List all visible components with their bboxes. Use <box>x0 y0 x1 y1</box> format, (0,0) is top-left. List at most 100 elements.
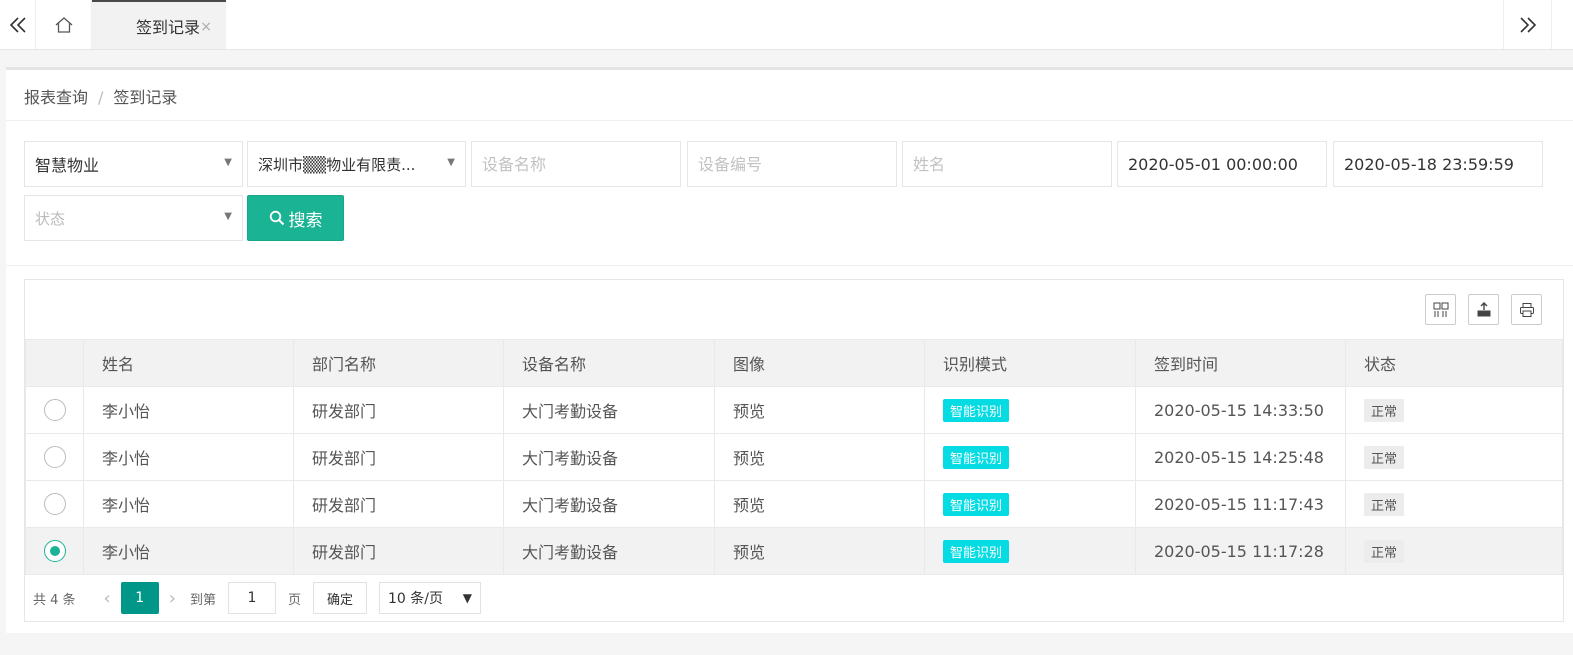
device-code-input[interactable] <box>687 141 897 187</box>
property-select[interactable]: 深圳市▒▒物业有限责... ▼ <box>247 141 466 187</box>
export-button[interactable] <box>1468 294 1499 325</box>
table-row[interactable]: 李小怡 研发部门 大门考勤设备 预览 智能识别 2020-05-15 14:33… <box>25 386 1563 434</box>
tab-label: 签到记录 <box>135 17 200 37</box>
home-icon <box>55 16 72 33</box>
cell-status: 正常 <box>1345 433 1563 481</box>
cell-dept: 研发部门 <box>293 386 504 434</box>
status-badge: 正常 <box>1364 539 1405 563</box>
search-button[interactable]: 搜索 <box>247 195 344 241</box>
cell-name: 李小怡 <box>83 386 294 434</box>
home-tab[interactable] <box>36 0 92 49</box>
close-icon[interactable]: × <box>200 19 212 35</box>
cell-device: 大门考勤设备 <box>503 480 715 528</box>
device-name-input[interactable] <box>471 141 681 187</box>
row-radio[interactable] <box>43 399 66 421</box>
cell-device: 大门考勤设备 <box>503 433 715 481</box>
column-header: 识别模式 <box>924 339 1136 387</box>
table-row[interactable]: 李小怡 研发部门 大门考勤设备 预览 智能识别 2020-05-15 14:25… <box>25 433 1563 481</box>
export-icon <box>1477 301 1490 316</box>
cell-device: 大门考勤设备 <box>503 527 715 575</box>
tab-menu-button[interactable] <box>1551 0 1573 49</box>
main-panel: 报表查询 / 签到记录 智慧物业 ▼ 深圳市▒▒物业有限责... ▼ 状态 ▼ 搜索 <box>6 67 1573 633</box>
row-radio[interactable] <box>43 540 66 562</box>
cell-time: 2020-05-15 11:17:43 <box>1135 480 1346 528</box>
column-header: 图像 <box>714 339 925 387</box>
scroll-tabs-right-button[interactable] <box>1503 0 1551 49</box>
cell-mode: 智能识别 <box>924 527 1136 575</box>
header-select <box>25 339 84 387</box>
end-time-input[interactable] <box>1333 141 1543 187</box>
cell-dept: 研发部门 <box>293 433 504 481</box>
next-page-icon[interactable]: › <box>169 588 176 609</box>
column-header: 状态 <box>1345 339 1563 387</box>
print-button[interactable] <box>1511 294 1542 325</box>
tab-checkin-records[interactable]: 签到记录 × <box>92 0 226 49</box>
cell-image-preview[interactable]: 预览 <box>714 386 925 434</box>
double-chevron-right-icon <box>1519 16 1536 33</box>
name-input[interactable] <box>902 141 1112 187</box>
company-select-value: 智慧物业 <box>35 156 100 175</box>
goto-label: 到第 <box>189 592 216 608</box>
status-badge: 正常 <box>1364 492 1405 516</box>
mode-badge: 智能识别 <box>943 445 1010 469</box>
table-row[interactable]: 李小怡 研发部门 大门考勤设备 预览 智能识别 2020-05-15 11:17… <box>25 527 1563 575</box>
search-button-label: 搜索 <box>288 210 323 231</box>
prev-page-icon[interactable]: ‹ <box>104 588 111 609</box>
status-badge: 正常 <box>1364 398 1405 422</box>
start-time-input[interactable] <box>1117 141 1327 187</box>
double-chevron-left-icon <box>9 16 26 33</box>
row-radio[interactable] <box>43 493 66 515</box>
mode-badge: 智能识别 <box>943 398 1010 422</box>
breadcrumb: 报表查询 / 签到记录 <box>24 84 177 108</box>
cell-time: 2020-05-15 14:33:50 <box>1135 386 1346 434</box>
page-button-current[interactable]: 1 <box>120 582 159 614</box>
status-select[interactable]: 状态 ▼ <box>24 195 243 241</box>
column-header: 部门名称 <box>293 339 504 387</box>
row-radio[interactable] <box>43 446 66 468</box>
cell-image-preview[interactable]: 预览 <box>714 480 925 528</box>
pagination: 共 4 条 ‹ 1 › 到第 页 确定 10 条/页 ▼ <box>33 581 481 615</box>
cell-name: 李小怡 <box>83 480 294 528</box>
cell-name: 李小怡 <box>83 433 294 481</box>
status-badge: 正常 <box>1364 445 1405 469</box>
mode-badge: 智能识别 <box>943 492 1010 516</box>
column-header: 设备名称 <box>503 339 715 387</box>
caret-down-icon: ▼ <box>224 211 232 222</box>
cell-time: 2020-05-15 11:17:28 <box>1135 527 1346 575</box>
row-radio-cell <box>25 527 84 575</box>
cell-status: 正常 <box>1345 480 1563 528</box>
page-unit-label: 页 <box>287 592 301 608</box>
page-size-value: 10 条/页 <box>388 591 443 607</box>
cell-time: 2020-05-15 14:25:48 <box>1135 433 1346 481</box>
caret-down-icon: ▼ <box>462 591 472 605</box>
cell-mode: 智能识别 <box>924 480 1136 528</box>
cell-dept: 研发部门 <box>293 480 504 528</box>
total-count: 共 4 条 <box>33 592 76 608</box>
company-select[interactable]: 智慧物业 ▼ <box>24 141 243 187</box>
print-icon <box>1519 302 1534 317</box>
divider <box>6 120 1573 121</box>
scroll-tabs-left-button[interactable] <box>0 0 36 49</box>
mode-badge: 智能识别 <box>943 539 1010 563</box>
goto-confirm-button[interactable]: 确定 <box>312 582 367 614</box>
records-table-container: 姓名 部门名称 设备名称 图像 识别模式 签到时间 状态 李小怡 研发部门 大门… <box>24 279 1564 622</box>
divider <box>6 265 1573 266</box>
cell-image-preview[interactable]: 预览 <box>714 433 925 481</box>
breadcrumb-separator: / <box>98 88 104 107</box>
caret-down-icon: ▼ <box>224 157 232 168</box>
property-select-value: 深圳市▒▒物业有限责... <box>258 155 416 174</box>
status-select-placeholder: 状态 <box>35 209 66 228</box>
cell-image-preview[interactable]: 预览 <box>714 527 925 575</box>
column-header: 签到时间 <box>1135 339 1346 387</box>
row-radio-cell <box>25 386 84 434</box>
columns-icon <box>1433 302 1448 317</box>
cell-status: 正常 <box>1345 386 1563 434</box>
row-radio-cell <box>25 433 84 481</box>
columns-toggle-button[interactable] <box>1425 294 1456 325</box>
cell-dept: 研发部门 <box>293 527 504 575</box>
row-radio-cell <box>25 480 84 528</box>
breadcrumb-parent[interactable]: 报表查询 <box>24 88 88 107</box>
table-row[interactable]: 李小怡 研发部门 大门考勤设备 预览 智能识别 2020-05-15 11:17… <box>25 480 1563 528</box>
page-size-select[interactable]: 10 条/页 ▼ <box>379 582 481 614</box>
goto-page-input[interactable] <box>227 582 276 614</box>
